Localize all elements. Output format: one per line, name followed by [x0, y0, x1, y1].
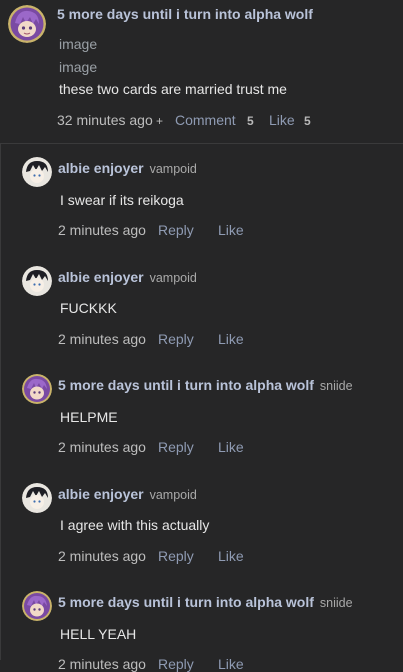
- reply-button[interactable]: Reply: [158, 331, 194, 347]
- reply-button[interactable]: Reply: [158, 222, 194, 238]
- comment-body: these two cards are married trust me: [59, 81, 287, 97]
- reply-author[interactable]: 5 more days until i turn into alpha wolf…: [58, 377, 353, 393]
- reply-timestamp: 2 minutes ago: [58, 548, 146, 564]
- like-count: 5: [304, 114, 311, 128]
- reply-handle: sniide: [319, 379, 353, 393]
- reply-handle: vampoid: [149, 488, 197, 502]
- reply-handle: vampoid: [149, 162, 197, 176]
- image-link[interactable]: image: [59, 36, 97, 52]
- reply-handle: sniide: [319, 596, 353, 610]
- reply-author[interactable]: albie enjoyer vampoid: [58, 486, 197, 502]
- divider: [0, 143, 403, 144]
- reply-timestamp: 2 minutes ago: [58, 439, 146, 455]
- reply-body: HELPME: [60, 409, 118, 425]
- thread-line: [0, 144, 1, 660]
- albie-avatar-icon[interactable]: [22, 157, 52, 187]
- reply-timestamp: 2 minutes ago: [58, 222, 146, 238]
- wolf-avatar-icon[interactable]: [22, 591, 52, 621]
- reply-body: HELL YEAH: [60, 626, 137, 642]
- like-button[interactable]: Like: [218, 548, 244, 564]
- reply-button[interactable]: Reply: [158, 548, 194, 564]
- comment-button[interactable]: Comment: [175, 112, 236, 128]
- reply-timestamp: 2 minutes ago: [58, 656, 146, 672]
- reply-button[interactable]: Reply: [158, 656, 194, 672]
- image-link[interactable]: image: [59, 59, 97, 75]
- like-button[interactable]: Like: [218, 331, 244, 347]
- comment-thread: 5 more days until i turn into alpha wolf…: [0, 0, 403, 672]
- like-button[interactable]: Like: [218, 222, 244, 238]
- reply-timestamp: 2 minutes ago: [58, 331, 146, 347]
- reply-author-name[interactable]: 5 more days until i turn into alpha wolf: [58, 377, 314, 393]
- wolf-avatar-icon[interactable]: [8, 5, 46, 43]
- reply-body: I agree with this actually: [60, 517, 210, 533]
- reply-button[interactable]: Reply: [158, 439, 194, 455]
- comment-count: 5: [247, 114, 254, 128]
- comment-timestamp: 32 minutes ago: [57, 112, 153, 128]
- wolf-avatar-icon[interactable]: [22, 374, 52, 404]
- reply-author[interactable]: 5 more days until i turn into alpha wolf…: [58, 594, 353, 610]
- reply-author-name[interactable]: albie enjoyer: [58, 486, 144, 502]
- comment-author[interactable]: 5 more days until i turn into alpha wolf: [57, 6, 313, 22]
- albie-avatar-icon[interactable]: [22, 483, 52, 513]
- albie-avatar-icon[interactable]: [22, 266, 52, 296]
- reply-author-name[interactable]: albie enjoyer: [58, 269, 144, 285]
- like-button[interactable]: Like: [218, 439, 244, 455]
- reply-author[interactable]: albie enjoyer vampoid: [58, 269, 197, 285]
- reply-author[interactable]: albie enjoyer vampoid: [58, 160, 197, 176]
- reply-author-name[interactable]: albie enjoyer: [58, 160, 144, 176]
- reply-body: FUCKKK: [60, 300, 117, 316]
- reply-author-name[interactable]: 5 more days until i turn into alpha wolf: [58, 594, 314, 610]
- expand-plus-icon[interactable]: +: [156, 114, 163, 128]
- reply-body: I swear if its reikoga: [60, 192, 184, 208]
- reply-handle: vampoid: [149, 271, 197, 285]
- like-button[interactable]: Like: [218, 656, 244, 672]
- like-button[interactable]: Like: [269, 112, 295, 128]
